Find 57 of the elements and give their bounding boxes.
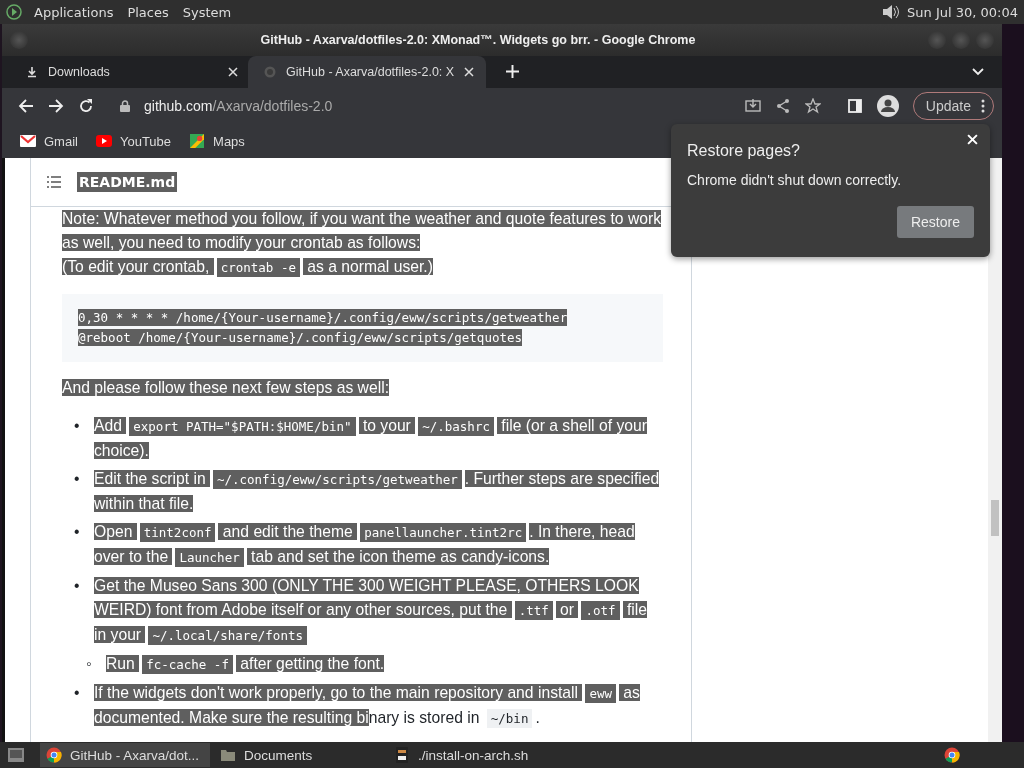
window-title: GitHub - Axarva/dotfiles-2.0: XMonad™. Widgets go brr. - Google Chrome <box>259 33 697 47</box>
list-item-text: If the widgets don't work properly, go to the main repository and install eww as documented. Make sure the resulting binary is stored in ~/bin . <box>94 683 641 730</box>
terminal-icon <box>394 747 410 763</box>
star-icon[interactable] <box>804 98 821 114</box>
bookmark[interactable]: Gmail <box>20 133 78 149</box>
update-button[interactable]: Update <box>912 92 994 120</box>
map-icon <box>189 134 206 148</box>
browser-tab[interactable]: Downloads <box>10 56 248 88</box>
dialog-message: Chrome didn't shut down correctly. <box>687 172 903 188</box>
bullet: • <box>74 469 81 489</box>
share-icon[interactable] <box>774 98 791 114</box>
plus-icon[interactable] <box>506 65 520 78</box>
chevron-down-icon[interactable] <box>972 68 984 76</box>
lock-icon <box>120 100 130 112</box>
mail-icon <box>20 134 36 148</box>
readme-title[interactable]: README.md <box>77 172 178 192</box>
bullet: ◦ <box>86 654 93 674</box>
list-item-text: Run fc-cache -f after getting the font. <box>106 654 385 676</box>
scrollbar[interactable] <box>988 158 1002 742</box>
bookmark[interactable]: YouTube <box>95 133 172 149</box>
distro-logo-icon <box>6 4 22 20</box>
speaker-icon[interactable] <box>881 3 902 21</box>
browser-tab[interactable]: GitHub - Axarva/dotfiles-2.0: X <box>248 56 487 88</box>
install-icon[interactable] <box>744 98 761 114</box>
folder-icon <box>220 747 236 763</box>
close-icon[interactable] <box>228 67 238 77</box>
list-item-text: Add export PATH="$PATH:$HOME/bin" to your ~/.bashrc file (or a shell of your choice). <box>94 416 648 461</box>
list-icon[interactable] <box>47 176 61 188</box>
profile-icon[interactable] <box>876 95 899 117</box>
taskbar-item[interactable]: GitHub - Axarva/dot... <box>40 743 210 767</box>
bullet: • <box>74 683 81 703</box>
taskbar-item[interactable]: Documents <box>214 743 384 767</box>
menu-dots-icon[interactable] <box>981 99 985 113</box>
bullet: • <box>74 522 81 542</box>
panel-menu[interactable]: Places <box>127 4 169 20</box>
paragraph: And please follow these next few steps as well: <box>62 378 391 398</box>
panel-menu[interactable]: Applications <box>34 4 114 20</box>
restore-button[interactable]: Restore <box>896 206 974 238</box>
chrome-icon <box>46 747 62 763</box>
close-icon[interactable] <box>464 67 475 77</box>
list-item-text: Open tint2conf and edit the theme panellauncher.tint2rc . In there, head over to the Launcher tab and set the icon theme as candy-icons. <box>94 522 636 569</box>
clock[interactable]: Sun Jul 30, 00:04 <box>907 4 1018 20</box>
back-arrow-icon[interactable] <box>18 98 34 114</box>
bullet: • <box>74 576 81 596</box>
list-item-text: Edit the script in ~/.config/eww/scripts/getweather . Further steps are specified within that file. <box>94 469 661 514</box>
panel-menu[interactable]: System <box>182 4 232 20</box>
bookmark[interactable]: Maps <box>189 133 245 149</box>
reload-icon[interactable] <box>78 98 94 114</box>
taskbar-item[interactable]: ./install-on-arch.sh <box>388 743 558 767</box>
side-panel-icon[interactable] <box>846 98 863 114</box>
forward-arrow-icon[interactable] <box>48 98 64 114</box>
paragraph: Note: Whatever method you follow, if you want the weather and quote features to work as well, you need to modify your crontab as follows: (To edit your crontab, crontab -e as a normal user.) <box>62 209 663 279</box>
bullet: • <box>74 416 81 436</box>
download-icon <box>26 66 38 78</box>
dialog-title: Restore pages? <box>687 142 801 160</box>
chrome-icon <box>944 747 960 763</box>
play-icon <box>95 134 112 148</box>
